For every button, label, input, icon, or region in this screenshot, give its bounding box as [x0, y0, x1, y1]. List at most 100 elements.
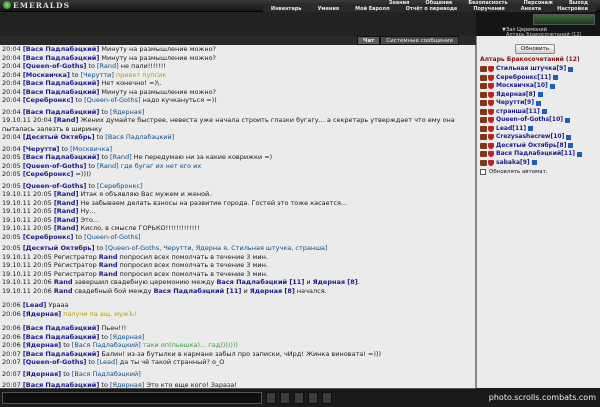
player-name[interactable]: sabaka[9] — [496, 159, 530, 168]
info-icon[interactable] — [553, 75, 559, 81]
message-author[interactable]: [Ядерная] — [23, 370, 61, 378]
message-author[interactable]: [Серебронкс] — [23, 233, 74, 241]
player-avatar-icon[interactable] — [480, 66, 487, 73]
player-avatar-icon[interactable] — [480, 91, 487, 98]
message-time[interactable]: 19.10.11 20:05 — [2, 190, 54, 198]
player-row[interactable]: sabaka[9] — [480, 159, 600, 168]
message-author[interactable]: [Rand] — [54, 199, 79, 207]
player-avatar-icon[interactable] — [480, 151, 487, 158]
message-time[interactable]: 20:06 — [2, 324, 23, 332]
message-author[interactable]: [Rand] — [54, 224, 79, 232]
refresh-button[interactable]: Обновить — [515, 44, 555, 54]
message-time[interactable]: 20:06 — [2, 333, 23, 341]
message-author[interactable]: [Черутти] — [23, 145, 60, 153]
message-time[interactable]: 20:04 — [2, 88, 23, 96]
message-recipient[interactable]: [Queen-of-Goths, Черутти, Ядерна я, Стил… — [105, 244, 327, 252]
player-avatar-icon[interactable] — [480, 159, 487, 166]
message-time[interactable]: 19.10.11 20:05 — [2, 216, 54, 224]
message-time[interactable]: 19.10.11 20:06 — [2, 287, 54, 295]
message-time[interactable]: 20:04 — [2, 71, 23, 79]
filter-button[interactable] — [322, 392, 332, 404]
message-author[interactable]: [Rand] — [54, 216, 79, 224]
message-time[interactable]: 20:04 — [2, 45, 23, 53]
player-name[interactable]: Стильная штучка[9] — [496, 65, 566, 74]
message-time[interactable]: 20:07 — [2, 370, 23, 378]
player-name[interactable]: Lead[11] — [496, 125, 526, 134]
message-time[interactable]: 20:06 — [2, 301, 23, 309]
message-time[interactable]: 20:05 — [2, 182, 23, 190]
player-row[interactable]: странша[11] — [480, 108, 600, 117]
message-author[interactable]: [Вася Падлабэцкий] — [23, 108, 100, 116]
message-recipient[interactable]: [Queen-of-Goths] — [84, 96, 140, 104]
message-author[interactable]: [Lead] — [23, 301, 47, 309]
player-row[interactable]: Lead[11] — [480, 125, 600, 134]
player-name[interactable]: странша[11] — [496, 108, 540, 117]
chat-log[interactable]: 20:04 [Вася Падлабэцкий] Минуту на размы… — [0, 45, 476, 388]
message-time[interactable]: 20:05 — [2, 233, 23, 241]
message-author[interactable]: [Вася Падлабэцкий] — [23, 54, 100, 62]
player-avatar-icon[interactable] — [480, 100, 487, 107]
message-time[interactable]: 19.10.11 20:05 — [2, 199, 54, 207]
message-author[interactable]: [Rand] — [54, 207, 79, 215]
info-icon[interactable] — [531, 160, 537, 166]
message-recipient[interactable]: [Вася Падлабэцкий] — [105, 133, 174, 141]
message-time[interactable]: 20:04 — [2, 145, 23, 153]
message-recipient[interactable]: [Lead] — [97, 358, 118, 366]
message-time[interactable]: 20:04 — [2, 54, 23, 62]
info-icon[interactable] — [528, 126, 534, 132]
player-avatar-icon[interactable] — [480, 134, 487, 141]
message-author[interactable]: Вася Падлабэцкий [11] — [154, 287, 242, 295]
message-recipient[interactable]: [Rand] — [110, 153, 132, 161]
message-author[interactable]: [Вася Падлабэцкий] — [23, 153, 100, 161]
message-recipient[interactable]: [Ядерная] — [110, 381, 144, 388]
info-icon[interactable] — [541, 109, 547, 115]
message-author[interactable]: [Десятый Октябрь] — [23, 133, 95, 141]
message-recipient[interactable]: [Queen-of-Goths] — [84, 233, 140, 241]
player-avatar-icon[interactable] — [480, 108, 487, 115]
message-author[interactable]: Rand — [99, 270, 118, 278]
message-author[interactable]: [Queen-of-Goths] — [23, 182, 87, 190]
message-author[interactable]: [Серебронкс] — [23, 96, 74, 104]
message-time[interactable]: 20:05 — [2, 244, 23, 252]
player-row[interactable]: Вася Падлабэцкий[11] — [480, 150, 600, 159]
message-author[interactable]: [Вася Падлабэцкий] — [23, 333, 100, 341]
message-author[interactable]: Rand — [54, 278, 73, 286]
message-time[interactable]: 19.10.11 20:05 — [2, 207, 54, 215]
player-avatar-icon[interactable] — [480, 142, 487, 149]
message-recipient[interactable]: [Вася Падлабэцкий] — [72, 370, 141, 378]
player-name[interactable]: Queen-of-Goths[10] — [496, 116, 563, 125]
message-time[interactable]: 20:05 — [2, 162, 23, 170]
message-time[interactable]: 20:04 — [2, 133, 23, 141]
message-author[interactable]: [Вася Падлабэцкий] — [23, 79, 100, 87]
message-time[interactable]: 20:04 — [2, 108, 23, 116]
player-row[interactable]: Серебронкс[11] — [480, 74, 600, 83]
message-time[interactable]: 20:06 — [2, 310, 23, 318]
message-author[interactable]: Rand — [99, 261, 118, 269]
message-author[interactable]: [Queen-of-Goths] — [23, 62, 87, 70]
player-name[interactable]: Москвичка[10] — [496, 82, 548, 91]
message-time[interactable]: 19.10.11 20:05 — [2, 253, 54, 261]
player-row[interactable]: Crezysashacrew[10] — [480, 133, 600, 142]
clear-button[interactable] — [280, 392, 290, 404]
message-time[interactable]: 20:05 — [2, 170, 23, 178]
message-recipient[interactable]: [Серебронкс] — [97, 182, 143, 190]
tab-system-messages[interactable]: Системные сообщения — [380, 36, 459, 45]
message-time[interactable]: 20:07 — [2, 350, 23, 358]
player-row[interactable]: Queen-of-Goths[10] — [480, 116, 600, 125]
message-time[interactable]: 20:05 — [2, 153, 23, 161]
message-recipient[interactable]: [Rand] — [97, 62, 119, 70]
message-time[interactable]: 20:04 — [2, 96, 23, 104]
player-avatar-icon[interactable] — [480, 74, 487, 81]
message-author[interactable]: [Queen-of-Goths] — [23, 358, 87, 366]
message-time[interactable]: 19.10.11 20:06 — [2, 278, 54, 286]
info-icon[interactable] — [535, 100, 541, 106]
message-time[interactable]: 20:07 — [2, 381, 23, 388]
info-icon[interactable] — [568, 66, 574, 72]
player-name[interactable]: Crezysashacrew[10] — [496, 133, 564, 142]
player-name[interactable]: Десятый Октябрь[8] — [496, 142, 566, 151]
message-author[interactable]: Rand — [54, 287, 73, 295]
info-icon[interactable] — [537, 92, 543, 98]
message-recipient[interactable]: [Москвичка] — [70, 145, 112, 153]
info-icon[interactable] — [577, 151, 582, 157]
player-row[interactable]: Десятый Октябрь[8] — [480, 142, 600, 151]
